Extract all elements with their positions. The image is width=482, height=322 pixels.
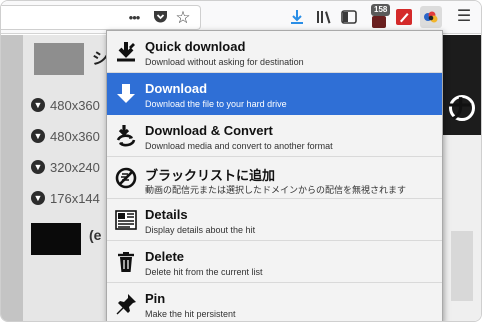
- library-icon[interactable]: [315, 8, 333, 26]
- resolution-label: 320x240: [50, 159, 100, 175]
- quick-download-icon: [114, 40, 138, 64]
- download-arrow-icon: [114, 82, 138, 106]
- video-thumbnail[interactable]: [34, 43, 84, 75]
- red-pen-addon-icon[interactable]: [395, 8, 413, 26]
- details-document-icon: [114, 208, 138, 232]
- menu-item-subtitle: Display details about the hit: [145, 225, 256, 235]
- download-circle-icon[interactable]: ▼: [31, 129, 45, 143]
- menu-item-delete[interactable]: Delete Delete hit from the current list: [107, 241, 442, 283]
- download-circle-icon[interactable]: ▼: [31, 160, 45, 174]
- menu-item-download-convert[interactable]: Download & Convert Download media and co…: [107, 115, 442, 157]
- menu-item-title: Download & Convert: [145, 123, 273, 138]
- menu-item-subtitle: 動画の配信元または選択したドメインからの配信を無視されます: [145, 185, 407, 195]
- trash-icon: [114, 250, 138, 274]
- download-circle-icon[interactable]: ▼: [31, 98, 45, 112]
- blacklist-prohibited-icon: [114, 166, 138, 190]
- downloadhelper-icon[interactable]: [420, 6, 442, 28]
- pocket-icon[interactable]: [151, 8, 169, 26]
- menu-item-details[interactable]: Details Display details about the hit: [107, 199, 442, 241]
- downloadhelper-action-menu: Quick download Download without asking f…: [106, 30, 443, 321]
- bookmark-star-icon[interactable]: ☆: [174, 8, 192, 26]
- menu-item-subtitle: Delete hit from the current list: [145, 267, 263, 277]
- hit-row[interactable]: ▼ 176x144: [31, 185, 107, 211]
- menu-item-title: Download: [145, 81, 208, 96]
- video-thumbnail-dark[interactable]: [31, 223, 81, 255]
- hit-title-partial-2: (е: [89, 227, 102, 243]
- page-actions-more-icon[interactable]: •••: [125, 8, 143, 26]
- menu-item-title: ブラックリストに追加: [145, 168, 276, 183]
- menu-item-title: Quick download: [145, 39, 246, 54]
- pin-icon: [114, 292, 138, 316]
- menu-item-quick-download[interactable]: Quick download Download without asking f…: [107, 31, 442, 73]
- hit-row[interactable]: ▼ 320x240: [31, 154, 107, 180]
- download-convert-icon: [114, 124, 138, 148]
- page-graphic: [451, 231, 473, 301]
- hit-row[interactable]: ▼ 480x360: [31, 92, 107, 118]
- banner-text: ナ: [447, 94, 474, 124]
- page-left-strip: [1, 35, 23, 321]
- menu-item-title: Delete: [145, 249, 185, 264]
- hamburger-menu-icon[interactable]: ☰: [455, 8, 473, 26]
- browser-window: シ ▼ 480x360 ▼ 480x360 ▼ 320x240 ▼ 176x14…: [0, 0, 482, 322]
- addon-dark-icon[interactable]: [370, 13, 388, 31]
- resolution-label: 480x360: [50, 128, 100, 144]
- resolution-label: 480x360: [50, 97, 100, 113]
- downloads-arrow-icon[interactable]: [288, 8, 306, 26]
- menu-item-download[interactable]: Download Download the file to your hard …: [107, 73, 442, 115]
- menu-item-subtitle: Download the file to your hard drive: [145, 99, 287, 109]
- menu-item-subtitle: Download without asking for destination: [145, 57, 304, 67]
- menu-item-subtitle: Download media and convert to another fo…: [145, 141, 333, 151]
- menu-item-blacklist[interactable]: ブラックリストに追加 動画の配信元または選択したドメインからの配信を無視されます: [107, 157, 442, 199]
- menu-item-title: Details: [145, 207, 188, 222]
- menu-item-pin[interactable]: Pin Make the hit persistent: [107, 283, 442, 321]
- hit-row[interactable]: ▼ 480x360: [31, 123, 107, 149]
- download-circle-icon[interactable]: ▼: [31, 191, 45, 205]
- sidebar-icon[interactable]: [340, 8, 358, 26]
- url-bar[interactable]: [1, 5, 201, 30]
- menu-item-title: Pin: [145, 291, 166, 306]
- resolution-label: 176x144: [50, 190, 100, 206]
- menu-item-subtitle: Make the hit persistent: [145, 309, 236, 319]
